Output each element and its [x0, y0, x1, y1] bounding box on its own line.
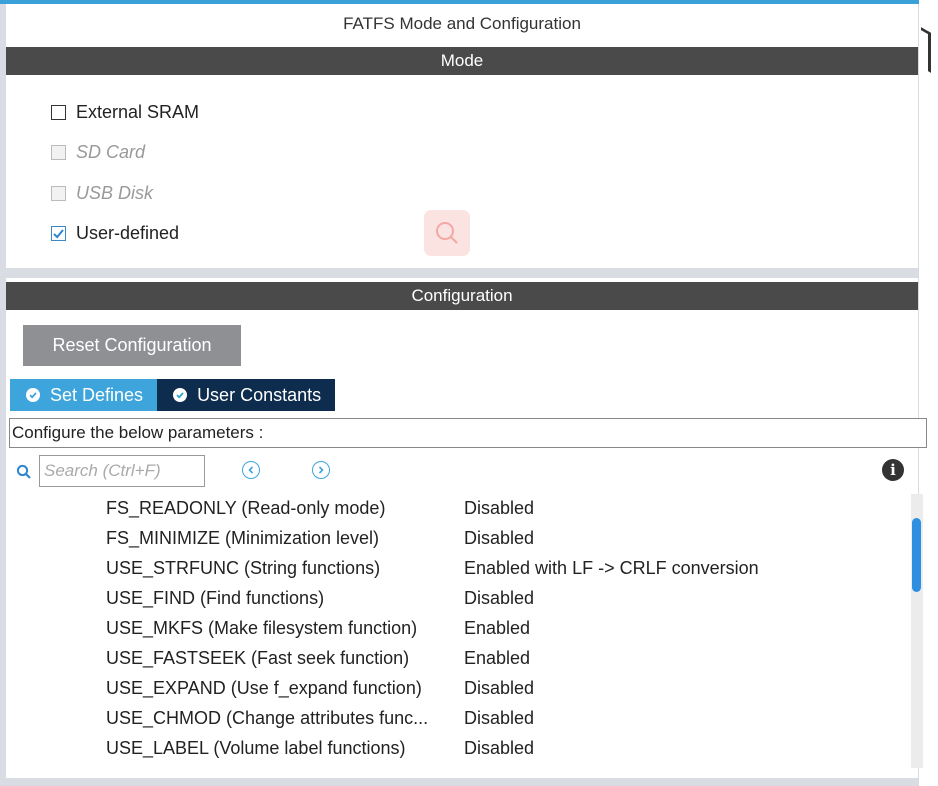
param-value[interactable]: Disabled	[464, 738, 534, 759]
mode-item-label: External SRAM	[76, 101, 200, 122]
tab-set-defines[interactable]: Set Defines	[10, 379, 158, 411]
table-row[interactable]: USE_CHMOD (Change attributes func... Dis…	[106, 703, 906, 733]
table-row[interactable]: USE_LABEL (Volume label functions) Disab…	[106, 733, 906, 763]
param-name: USE_FASTSEEK (Fast seek function)	[106, 647, 410, 668]
tab-label: User Constants	[197, 384, 322, 405]
table-row[interactable]: USE_MKFS (Make filesystem function) Enab…	[106, 613, 906, 643]
param-name: USE_EXPAND (Use f_expand function)	[106, 677, 422, 698]
watermark-search-icon	[424, 210, 470, 256]
table-row[interactable]: USE_FIND (Find functions) Disabled	[106, 583, 906, 613]
mode-item-label: USB Disk	[76, 182, 154, 203]
parameters-table: FS_READONLY (Read-only mode) Disabled FS…	[106, 493, 906, 763]
mode-list: External SRAM SD Card USB Disk User-defi…	[51, 92, 199, 254]
parameters-hint: Configure the below parameters :	[9, 418, 927, 448]
table-row[interactable]: FS_MINIMIZE (Minimization level) Disable…	[106, 523, 906, 553]
checkbox-user-defined[interactable]	[51, 226, 66, 242]
search-row: i	[16, 455, 906, 489]
configuration-panel: Configuration Reset Configuration Set De…	[6, 278, 927, 778]
checkbox-external-sram[interactable]	[51, 104, 66, 120]
param-name: FS_READONLY (Read-only mode)	[106, 497, 386, 518]
check-icon	[53, 229, 64, 239]
resize-handle-icon[interactable]	[921, 27, 931, 73]
check-circle-icon	[26, 388, 40, 402]
info-icon[interactable]: i	[882, 459, 904, 481]
checkbox-usb-disk	[51, 185, 66, 201]
param-name: USE_LABEL (Volume label functions)	[106, 737, 406, 758]
param-name: FS_MINIMIZE (Minimization level)	[106, 527, 380, 548]
mode-item-user-defined[interactable]: User-defined	[51, 214, 199, 255]
vertical-scrollbar[interactable]	[911, 494, 923, 768]
param-name: USE_MKFS (Make filesystem function)	[106, 617, 418, 638]
tab-label: Set Defines	[50, 384, 144, 405]
table-row[interactable]: USE_EXPAND (Use f_expand function) Disab…	[106, 673, 906, 703]
param-value[interactable]: Disabled	[464, 498, 534, 519]
configuration-header: Configuration	[6, 282, 918, 310]
param-value[interactable]: Disabled	[464, 528, 534, 549]
table-row[interactable]: USE_FASTSEEK (Fast seek function) Enable…	[106, 643, 906, 673]
check-circle-icon	[173, 388, 188, 402]
param-name: USE_CHMOD (Change attributes func...	[106, 707, 429, 728]
mode-item-usb-disk: USB Disk	[51, 173, 199, 214]
chevron-right-circle-icon[interactable]	[312, 461, 330, 479]
checkbox-sd-card	[51, 145, 66, 161]
mode-item-sd-card: SD Card	[51, 133, 199, 174]
mode-item-label: User-defined	[76, 223, 180, 244]
reset-configuration-button[interactable]: Reset Configuration	[23, 325, 241, 366]
param-value[interactable]: Enabled	[464, 618, 530, 639]
window-title: FATFS Mode and Configuration	[343, 14, 581, 33]
param-value[interactable]: Disabled	[464, 708, 534, 729]
param-value[interactable]: Enabled	[464, 648, 530, 669]
search-input[interactable]	[39, 455, 205, 487]
tab-user-constants[interactable]: User Constants	[157, 379, 336, 411]
table-row[interactable]: FS_READONLY (Read-only mode) Disabled	[106, 493, 906, 523]
mode-item-external-sram[interactable]: External SRAM	[51, 92, 199, 133]
config-tabs: Set Defines User Constants	[10, 379, 336, 411]
param-name: USE_STRFUNC (String functions)	[106, 557, 381, 578]
mode-item-label: SD Card	[76, 142, 146, 163]
param-name: USE_FIND (Find functions)	[106, 587, 325, 608]
param-value[interactable]: Enabled with LF -> CRLF conversion	[464, 558, 759, 579]
param-value[interactable]: Disabled	[464, 678, 534, 699]
param-value[interactable]: Disabled	[464, 588, 534, 609]
search-icon[interactable]	[16, 464, 32, 480]
chevron-left-circle-icon[interactable]	[242, 461, 260, 479]
mode-header: Mode	[6, 47, 918, 75]
scrollbar-thumb[interactable]	[912, 518, 921, 592]
table-row[interactable]: USE_STRFUNC (String functions) Enabled w…	[106, 553, 906, 583]
